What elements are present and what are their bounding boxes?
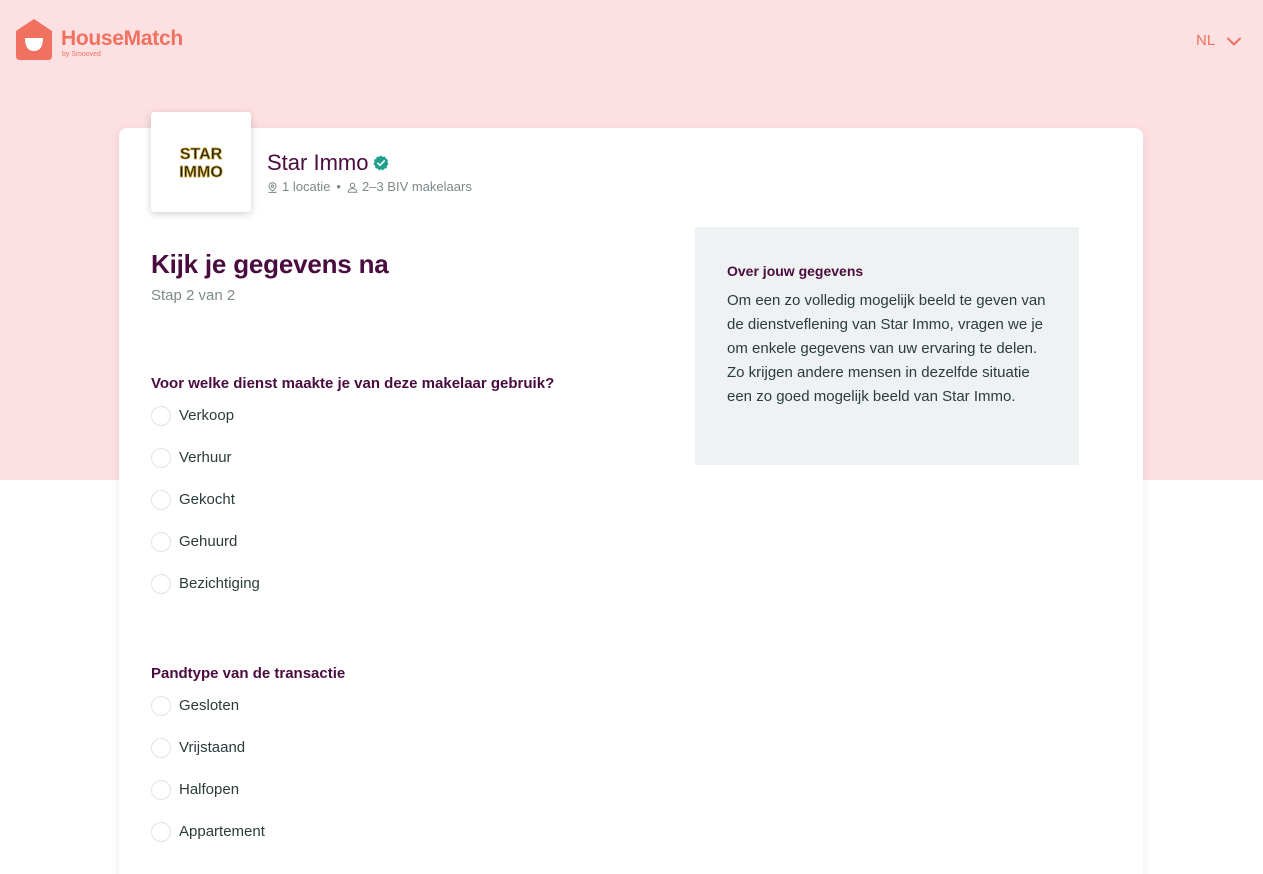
- radio-option-vrijstaand[interactable]: Vrijstaand: [151, 727, 265, 769]
- meta-separator: •: [336, 179, 341, 194]
- radio-button[interactable]: [151, 822, 171, 842]
- info-text: Om een zo volledig mogelijk beeld te gev…: [727, 292, 1046, 405]
- review-card: STAR IMMO Star Immo 1 locatie • 2–3 BIV …: [119, 112, 1143, 874]
- radio-option-gesloten[interactable]: Gesloten: [151, 685, 265, 727]
- service-options: Verkoop Verhuur Gekocht Gehuurd Bezichti…: [151, 395, 260, 605]
- radio-option-label: Vrijstaand: [179, 739, 246, 756]
- property-type-question: Pandtype van de transactie: [151, 665, 346, 682]
- radio-option-label: Gesloten: [179, 697, 240, 714]
- agency-info: Star Immo 1 locatie • 2–3 BIV makelaars: [267, 150, 472, 196]
- agency-name-row: Star Immo: [267, 150, 472, 176]
- chevron-down-icon: [1227, 37, 1242, 45]
- radio-button[interactable]: [151, 448, 171, 468]
- agency-name[interactable]: Star Immo: [267, 150, 368, 176]
- radio-option-gekocht[interactable]: Gekocht: [151, 479, 260, 521]
- radio-option-halfopen[interactable]: Halfopen: [151, 769, 265, 811]
- radio-option-label: Appartement: [179, 823, 265, 840]
- location-pin-icon: [268, 181, 277, 193]
- property-type-options: Gesloten Vrijstaand Halfopen Appartement: [151, 685, 265, 853]
- info-panel: Over jouw gegevens Om een zo volledig mo…: [695, 227, 1079, 465]
- radio-option-label: Gehuurd: [179, 533, 238, 550]
- locations-count: 1 locatie: [282, 179, 331, 194]
- house-smile-icon: [16, 19, 52, 60]
- radio-button[interactable]: [151, 406, 171, 426]
- agency-logo-image: STAR IMMO: [179, 146, 223, 181]
- step-indicator: Stap 2 van 2: [151, 287, 236, 304]
- radio-button[interactable]: [151, 532, 171, 552]
- radio-option-appartement[interactable]: Appartement: [151, 811, 265, 853]
- agency-logo: STAR IMMO: [151, 112, 251, 212]
- radio-button[interactable]: [151, 574, 171, 594]
- radio-option-label: Bezichtiging: [179, 575, 260, 592]
- radio-button[interactable]: [151, 490, 171, 510]
- service-question: Voor welke dienst maakte je van deze mak…: [151, 375, 555, 392]
- radio-option-verhuur[interactable]: Verhuur: [151, 437, 260, 479]
- verified-check-icon: [373, 155, 389, 171]
- radio-option-label: Verhuur: [179, 449, 232, 466]
- top-bar: HouseMatch by Smooved NL: [0, 0, 1263, 80]
- page-title: Kijk je gegevens na: [151, 249, 389, 279]
- radio-button[interactable]: [151, 696, 171, 716]
- logo-line-1: STAR: [180, 146, 223, 163]
- radio-button[interactable]: [151, 780, 171, 800]
- radio-option-verkoop[interactable]: Verkoop: [151, 395, 260, 437]
- housematch-logo[interactable]: HouseMatch by Smooved: [16, 19, 183, 60]
- logo-text: HouseMatch by Smooved: [61, 27, 183, 58]
- radio-option-label: Gekocht: [179, 491, 235, 508]
- info-title: Over jouw gegevens: [727, 263, 864, 279]
- brand-subtitle: by Smooved: [62, 51, 101, 58]
- person-icon: [347, 182, 358, 193]
- radio-option-bezichtiging[interactable]: Bezichtiging: [151, 563, 260, 605]
- agency-meta: 1 locatie • 2–3 BIV makelaars: [267, 178, 472, 196]
- radio-button[interactable]: [151, 738, 171, 758]
- language-label: NL: [1196, 32, 1216, 49]
- radio-option-gehuurd[interactable]: Gehuurd: [151, 521, 260, 563]
- radio-option-label: Verkoop: [179, 407, 235, 424]
- logo-line-2: IMMO: [179, 164, 223, 181]
- brand-name: HouseMatch: [61, 27, 183, 50]
- agents-count: 2–3 BIV makelaars: [361, 179, 472, 194]
- radio-option-label: Halfopen: [179, 781, 240, 798]
- language-selector[interactable]: NL: [1196, 31, 1242, 51]
